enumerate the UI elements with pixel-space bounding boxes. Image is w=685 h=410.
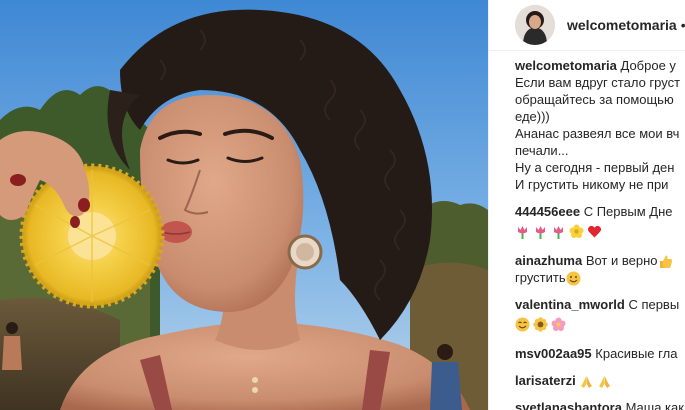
comment-username[interactable]: 444456eee (515, 204, 580, 219)
comment: svetlanashantora Маша,как (515, 399, 685, 410)
tulip-icon (533, 224, 548, 239)
tulip-icon (551, 224, 566, 239)
photo-illustration (0, 0, 488, 410)
caption-line-3: обращайтесь за помощью (515, 92, 674, 107)
post-sidebar: welcometomaria • welcometomaria Доброе у… (488, 0, 685, 410)
blossom-icon (569, 224, 584, 239)
instagram-post: welcometomaria • welcometomaria Доброе у… (0, 0, 685, 410)
caption-line-2: Если вам вдруг стало груст (515, 75, 681, 90)
caption-line-6: печали... (515, 143, 569, 158)
comment-emojis (515, 220, 685, 242)
folded-hands-icon (597, 374, 612, 389)
comment-username[interactable]: ainazhuma (515, 253, 582, 268)
comment-username[interactable]: svetlanashantora (515, 400, 622, 410)
caption-line-4: еде))) (515, 109, 550, 124)
smiling-face-icon (515, 317, 530, 332)
smiling-face-icon (566, 271, 581, 286)
caption-line-1: Доброе у (620, 58, 676, 73)
header-separator: • (681, 17, 685, 33)
comment: 444456eee С Первым Дне (515, 203, 685, 242)
comment-username[interactable]: larisaterzi (515, 373, 576, 388)
comment-text: Красивые гла (595, 346, 678, 362)
avatar[interactable] (515, 5, 555, 45)
tulip-icon (515, 224, 530, 239)
post-caption: welcometomaria Доброе у Если вам вдруг с… (515, 57, 685, 193)
comment-text: С первы (628, 297, 680, 313)
comment-username[interactable]: msv002aa95 (515, 346, 592, 361)
post-header: welcometomaria • (489, 0, 685, 51)
comment: valentina_mworld С первы (515, 296, 685, 335)
post-photo[interactable] (0, 0, 488, 410)
comment-text: С Первым Дне (583, 204, 673, 219)
comment-username[interactable]: valentina_mworld (515, 297, 625, 312)
caption-line-8: И грустить никому не при (515, 177, 669, 192)
comment-text: Маша,как (625, 400, 684, 410)
caption-line-7: Ну а сегодня - первый ден (515, 160, 675, 175)
comment: larisaterzi (515, 372, 685, 389)
comment: msv002aa95 Красивые гла (515, 345, 685, 362)
comment-text: Вот и верно (585, 253, 658, 268)
caption-line-5: Ананас развеял все мои вч (515, 126, 680, 141)
blossom-pink-icon (551, 317, 566, 332)
comments-list: welcometomaria Доброе у Если вам вдруг с… (489, 51, 685, 410)
comment: ainazhuma Вот и верно грустить (515, 252, 685, 286)
header-username[interactable]: welcometomaria (567, 17, 677, 33)
comment-text-continued: грустить (515, 270, 566, 286)
avatar-icon (515, 5, 555, 45)
thumbs-up-icon (658, 254, 673, 269)
folded-hands-icon (579, 374, 594, 389)
red-heart-icon (587, 224, 602, 239)
comment-emojis (515, 313, 685, 335)
sunflower-icon (533, 316, 548, 332)
caption-username[interactable]: welcometomaria (515, 58, 617, 73)
